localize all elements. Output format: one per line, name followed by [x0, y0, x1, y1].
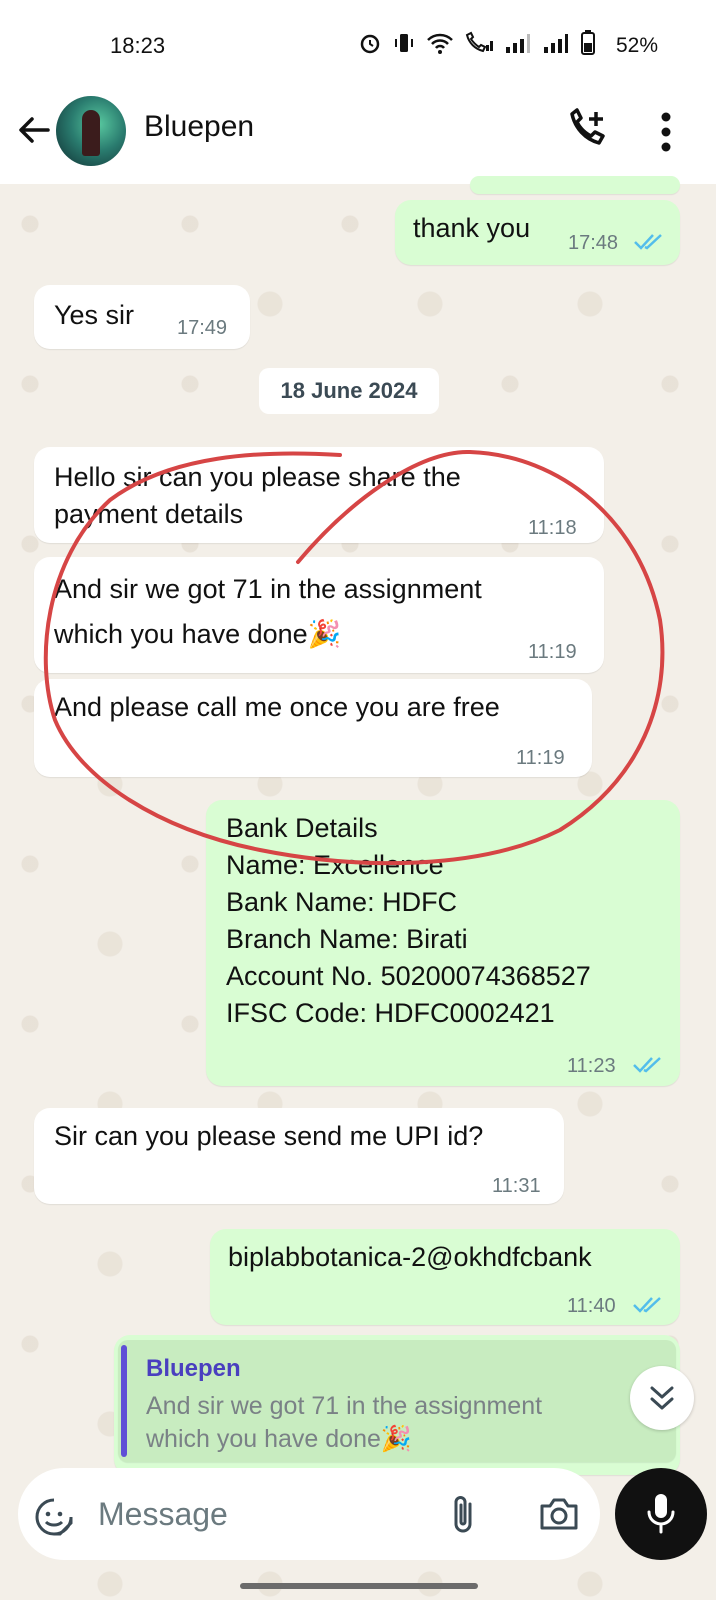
message-bubble-incoming[interactable]: Hello sir can you please share the payme… [34, 447, 604, 543]
message-bubble-incoming[interactable]: And sir we got 71 in the assignment whic… [34, 557, 604, 673]
message-time: 17:49 [177, 317, 228, 339]
message-time: 11:19 [516, 747, 565, 769]
quoted-sender-name: Bluepen [146, 1355, 241, 1382]
status-bar: 18:23 52% [0, 0, 716, 88]
quote-bar [121, 1345, 127, 1457]
attach-icon[interactable] [450, 1494, 476, 1536]
call-signal-icon [465, 31, 493, 53]
status-icons [358, 30, 596, 56]
sticker-emoji-icon[interactable] [34, 1497, 74, 1537]
double-chevron-down-icon [650, 1386, 674, 1410]
message-bubble-incoming[interactable]: Yes sir 17:49 [34, 285, 250, 349]
alarm-icon [360, 34, 380, 54]
date-chip: 18 June 2024 [259, 368, 439, 414]
message-text: Sir can you please send me UPI id? [54, 1121, 484, 1151]
message-bubble-incoming[interactable]: And please call me once you are free 11:… [34, 679, 592, 777]
message-time: 11:40 [567, 1295, 616, 1317]
add-call-icon[interactable] [566, 108, 606, 152]
signal-icon [506, 34, 530, 53]
partial-bubble [470, 176, 680, 194]
message-bubble-incoming[interactable]: Sir can you please send me UPI id? 11:31 [34, 1108, 564, 1204]
message-time: 11:23 [567, 1055, 616, 1077]
gesture-navigation-bar[interactable] [240, 1583, 478, 1589]
message-time: 17:48 [568, 232, 619, 254]
signal-icon-2 [544, 34, 568, 53]
microphone-icon [647, 1494, 675, 1534]
message-time: 11:31 [492, 1175, 541, 1197]
message-text: Yes sir [54, 300, 135, 330]
more-options-icon[interactable] [660, 112, 672, 152]
message-text: biplabbotanica-2@okhdfcbank [228, 1242, 592, 1272]
message-time: 11:18 [528, 517, 577, 539]
message-text: Bank Details Name: Excellence Bank Name:… [226, 813, 591, 1028]
back-arrow-icon[interactable] [14, 110, 54, 150]
wifi-icon [427, 33, 453, 54]
read-ticks-icon [633, 1297, 661, 1313]
message-text: And please call me once you are free [54, 692, 500, 722]
message-bubble-outgoing[interactable]: Bank Details Name: Excellence Bank Name:… [206, 800, 680, 1086]
message-bubble-outgoing[interactable]: biplabbotanica-2@okhdfcbank 11:40 [210, 1229, 680, 1325]
message-time: 11:19 [528, 641, 577, 663]
message-text: And sir we got 71 in the assignment whic… [54, 574, 482, 649]
scroll-to-bottom-button[interactable] [630, 1366, 694, 1430]
message-text: Hello sir can you please share the payme… [54, 462, 461, 529]
status-time: 18:23 [110, 33, 166, 58]
avatar[interactable] [56, 96, 126, 166]
read-ticks-icon [633, 1057, 661, 1073]
quoted-text: And sir we got 71 in the assignment whic… [146, 1392, 543, 1453]
message-composer[interactable]: Message [18, 1468, 600, 1560]
camera-icon[interactable] [538, 1496, 580, 1532]
message-text: thank you [413, 213, 531, 243]
battery-percent: 52% [615, 34, 658, 57]
vibrate-icon [395, 34, 413, 52]
message-bubble-outgoing[interactable]: thank you 17:48 [395, 200, 680, 265]
chat-header: Bluepen [0, 88, 716, 184]
read-ticks-icon [634, 234, 662, 250]
voice-message-button[interactable] [615, 1468, 707, 1560]
contact-name[interactable]: Bluepen [144, 110, 254, 144]
message-input[interactable]: Message [98, 1496, 228, 1533]
battery-icon [581, 30, 595, 55]
